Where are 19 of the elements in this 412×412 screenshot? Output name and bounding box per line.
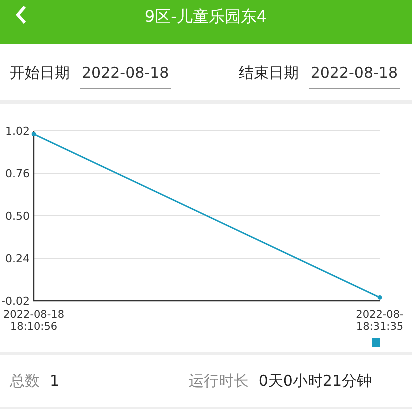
y-tick-label: 1.02 bbox=[6, 125, 30, 138]
data-point bbox=[32, 132, 36, 136]
stat-label: 运行时长 bbox=[188, 372, 249, 390]
x-tick-label: 2022-08- 18:31:35 bbox=[356, 309, 404, 333]
back-icon[interactable] bbox=[14, 4, 28, 26]
y-tick-label: 0.50 bbox=[6, 210, 30, 223]
date-field[interactable]: 2022-08-18 bbox=[80, 62, 172, 89]
date-field[interactable]: 2022-08-18 bbox=[308, 62, 400, 89]
date-label: 结束日期 bbox=[238, 63, 299, 83]
y-tick-label: 0.24 bbox=[6, 252, 30, 266]
data-point bbox=[378, 296, 382, 300]
y-tick-label: 0.76 bbox=[6, 168, 30, 180]
stat-value: 0天0小时21分钟 bbox=[258, 372, 372, 390]
x-tick-label: 2022-08-18 18:10:56 bbox=[3, 309, 65, 333]
date-label: 开始日期 bbox=[10, 63, 70, 83]
stat-label: 总数 bbox=[10, 372, 40, 390]
page-title: 9区-儿童乐园东4 bbox=[144, 6, 268, 28]
y-tick-label: -0.02 bbox=[2, 295, 30, 308]
stat-value: 1 bbox=[50, 372, 60, 390]
